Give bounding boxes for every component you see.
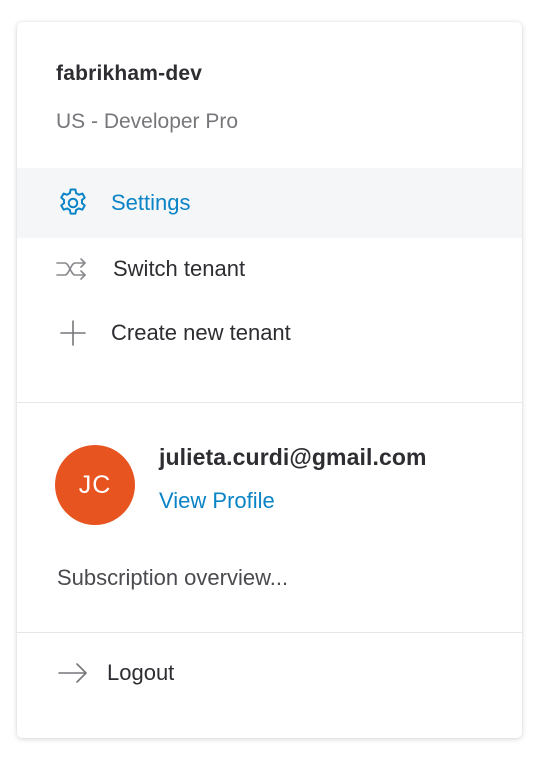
arrow-right-icon xyxy=(53,653,93,693)
switch-tenant-label: Switch tenant xyxy=(113,256,246,281)
gear-icon xyxy=(53,183,93,223)
view-profile-link[interactable]: View Profile xyxy=(159,488,275,514)
subscription-overview-link[interactable]: Subscription overview... xyxy=(57,565,288,591)
divider xyxy=(17,402,522,403)
tenant-plan: US - Developer Pro xyxy=(56,110,239,133)
create-new-tenant-label: Create new tenant xyxy=(111,320,291,345)
tenant-dropdown-menu: fabrikham-dev US - Developer Pro Setting… xyxy=(17,22,522,738)
plus-icon xyxy=(53,313,93,353)
divider xyxy=(17,632,522,633)
menu-item-logout[interactable]: Logout xyxy=(17,638,522,708)
avatar: JC xyxy=(55,445,135,525)
menu-item-settings[interactable]: Settings xyxy=(17,168,522,238)
user-email: julieta.curdi@gmail.com xyxy=(159,444,427,470)
settings-label: Settings xyxy=(111,190,191,215)
menu-item-create-new-tenant[interactable]: Create new tenant xyxy=(17,298,522,368)
logout-label: Logout xyxy=(107,660,175,685)
avatar-initials: JC xyxy=(78,470,112,499)
tenant-name: fabrikham-dev xyxy=(56,62,203,85)
shuffle-icon xyxy=(53,249,93,289)
menu-item-switch-tenant[interactable]: Switch tenant xyxy=(17,234,522,304)
